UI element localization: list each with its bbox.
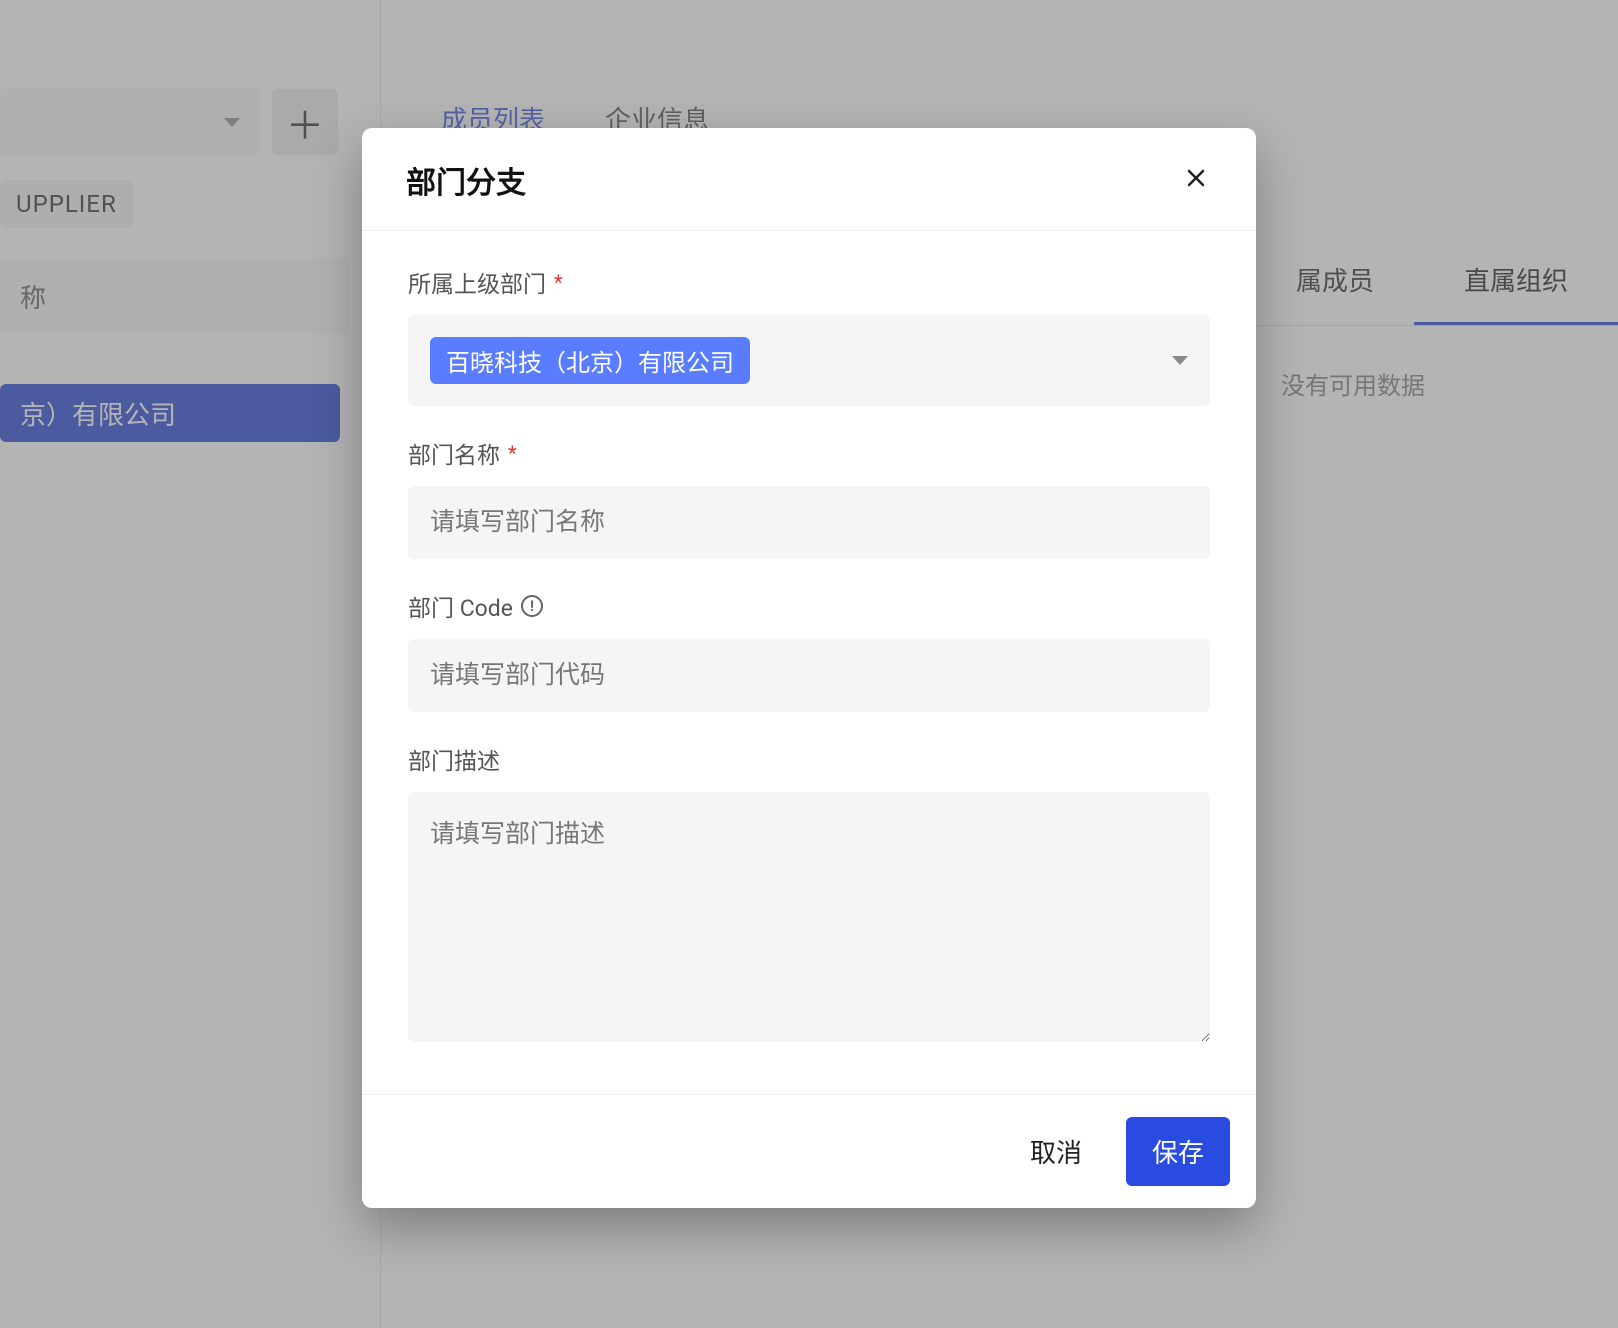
label-dept-code: 部门 Code ! — [408, 589, 1210, 623]
required-indicator: * — [508, 441, 517, 465]
dept-code-input[interactable] — [408, 639, 1210, 712]
close-button[interactable] — [1180, 162, 1212, 199]
department-branch-modal: 部门分支 所属上级部门 * 百晓科技（北京）有限公司 部门名称 — [362, 128, 1256, 1208]
label-text: 部门名称 — [408, 436, 500, 470]
dept-desc-textarea[interactable] — [408, 792, 1210, 1042]
chevron-down-icon — [1172, 356, 1188, 365]
modal-header: 部门分支 — [362, 128, 1256, 231]
close-icon — [1184, 166, 1208, 190]
modal-body: 所属上级部门 * 百晓科技（北京）有限公司 部门名称 * 部门 Co — [362, 231, 1256, 1094]
label-text: 部门 Code — [408, 589, 513, 623]
label-text: 所属上级部门 — [408, 265, 546, 299]
field-parent-dept: 所属上级部门 * 百晓科技（北京）有限公司 — [408, 265, 1210, 406]
selected-parent-chip[interactable]: 百晓科技（北京）有限公司 — [430, 337, 750, 384]
modal-overlay: 部门分支 所属上级部门 * 百晓科技（北京）有限公司 部门名称 — [0, 0, 1618, 1328]
field-dept-code: 部门 Code ! — [408, 589, 1210, 712]
label-parent-dept: 所属上级部门 * — [408, 265, 1210, 299]
field-dept-desc: 部门描述 — [408, 742, 1210, 1046]
cancel-button[interactable]: 取消 — [1004, 1117, 1108, 1186]
modal-footer: 取消 保存 — [362, 1094, 1256, 1208]
modal-title: 部门分支 — [406, 158, 526, 202]
label-dept-name: 部门名称 * — [408, 436, 1210, 470]
info-icon[interactable]: ! — [521, 595, 543, 617]
label-text: 部门描述 — [408, 742, 500, 776]
save-button[interactable]: 保存 — [1126, 1117, 1230, 1186]
parent-dept-select[interactable]: 百晓科技（北京）有限公司 — [408, 315, 1210, 406]
required-indicator: * — [554, 270, 563, 294]
dept-name-input[interactable] — [408, 486, 1210, 559]
label-dept-desc: 部门描述 — [408, 742, 1210, 776]
field-dept-name: 部门名称 * — [408, 436, 1210, 559]
